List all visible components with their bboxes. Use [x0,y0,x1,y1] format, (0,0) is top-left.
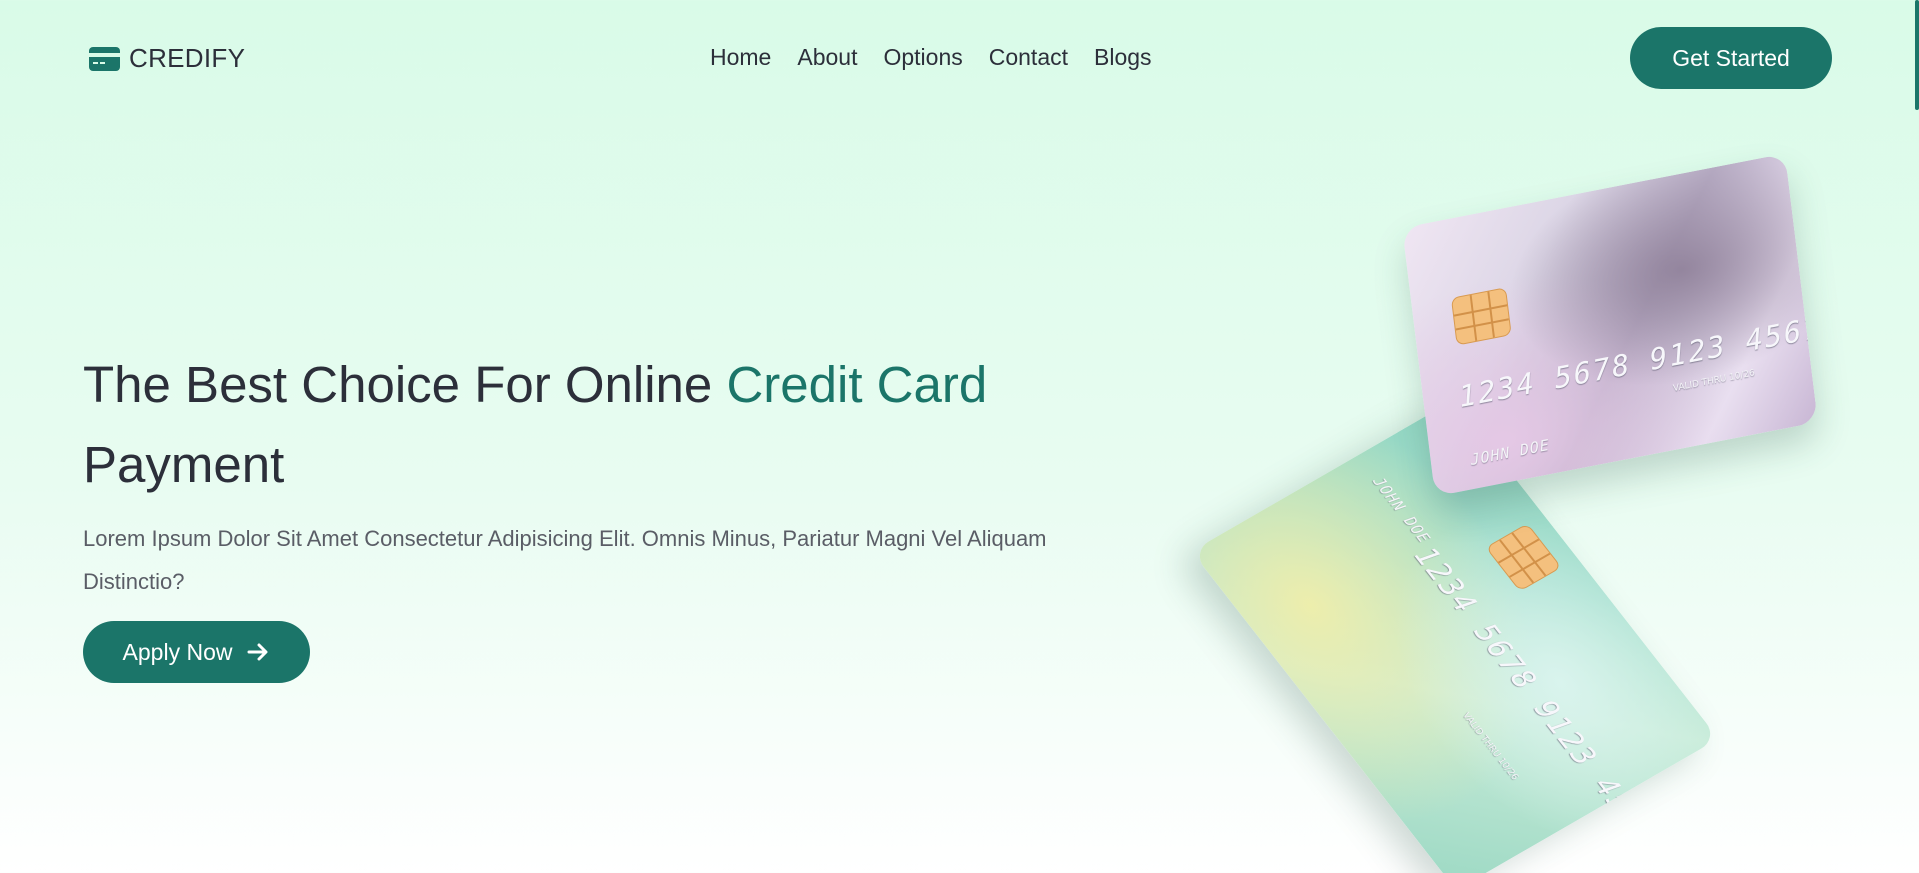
hero-description: Lorem Ipsum Dolor Sit Amet Consectetur A… [83,526,1047,594]
nav-blogs[interactable]: Blogs [1094,44,1152,71]
page-scrollbar[interactable] [1915,0,1919,110]
hero-title-accent: Credit Card [726,356,988,413]
hero-title-end: Payment [83,436,285,493]
card-holder-name: JOHN DOE [1469,435,1551,469]
nav-contact[interactable]: Contact [989,44,1068,71]
nav-options[interactable]: Options [883,44,962,71]
hero-title-main: The Best Choice For Online [83,356,727,413]
apply-now-button[interactable]: Apply Now [83,621,310,683]
site-header: CREDIFY Home About Options Contact Blogs… [0,0,1915,118]
brand-logo[interactable]: CREDIFY [89,43,245,74]
card-number: 1234 5678 9123 4567 [1456,309,1818,415]
nav-about[interactable]: About [797,44,857,71]
card-valid-thru: VALID THRU 10/26 [1460,711,1520,782]
credit-card-icon [89,46,120,71]
card-chip-icon [1485,523,1562,592]
purple-credit-card-image: 1234 5678 9123 4567 JOHN DOE VALID THRU … [1402,153,1818,497]
hero-card-illustration: 1234 5678 9123 4567 JOHN DOE VALID THRU … [1160,150,1840,873]
card-chip-icon [1450,287,1512,346]
get-started-button[interactable]: Get Started [1630,27,1832,89]
card-number: 1234 5678 9123 4567 [1407,540,1665,850]
hero-section: The Best Choice For Online Credit Card P… [83,345,1143,683]
hero-title: The Best Choice For Online Credit Card P… [83,345,1143,505]
main-nav: Home About Options Contact Blogs [710,44,1152,71]
card-holder-name: JOHN DOE [1369,473,1435,547]
brand-name: CREDIFY [129,43,246,73]
apply-now-label: Apply Now [122,638,233,665]
card-valid-thru: VALID THRU 10/26 [1672,368,1756,395]
arrow-right-icon [247,643,268,661]
nav-home[interactable]: Home [710,44,771,71]
